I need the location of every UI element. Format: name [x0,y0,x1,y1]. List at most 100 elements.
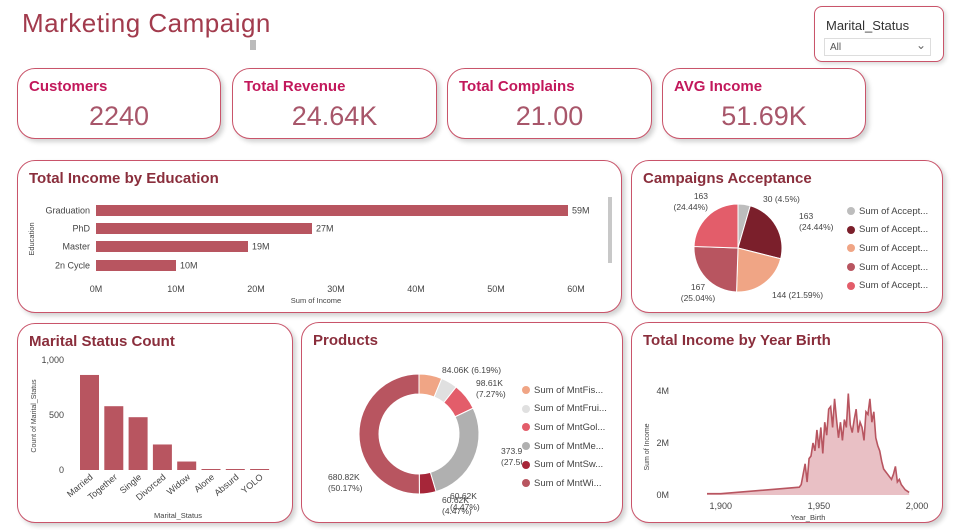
legend-swatch [522,423,530,432]
legend-swatch [522,386,530,395]
legend-swatch [847,263,855,272]
legend-item: Sum of MntMe... [522,437,607,456]
data-label: (50.17%) [328,483,363,493]
kpi-label: Customers [29,78,108,95]
y-tick-label: PhD [72,224,90,234]
x-axis-label: Sum of Income [291,296,341,305]
legend-label: Sum of Accept... [859,224,929,236]
x-axis-label: Marital_Status [154,511,202,520]
x-tick-label: 50M [487,284,505,294]
legend-label: Sum of Accept... [859,261,929,273]
data-label: 167 [691,282,705,292]
legend-swatch [522,460,530,469]
x-tick-label: Absurd [212,472,240,498]
kpi-card-total-complains: Total Complains 21.00 [447,68,652,139]
legend-item: Sum of MntSw... [522,455,607,474]
kpi-value: 21.00 [515,101,584,131]
data-label: 19M [252,242,270,252]
y-axis-label: Count of Marital_Status [31,379,38,453]
kpi-card-avg-income: AVG Income 51.69K [662,68,866,139]
y-tick-label: 1,000 [41,355,64,365]
legend-item: Sum of MntFis... [522,381,607,400]
data-label: 27M [316,224,334,234]
bar [96,223,312,234]
legend-label: Sum of MntWi... [534,477,602,489]
kpi-label: Total Complains [459,78,575,95]
kpi-value: 51.69K [721,101,807,131]
data-label: 98.61K [476,378,503,388]
bar [177,461,197,470]
marital-status-chart: 05001,000MarriedTogetherSingleDivorcedWi… [31,355,270,520]
y-tick-label: 4M [656,386,669,396]
kpi-card-total-revenue: Total Revenue 24.64K [232,68,437,139]
bar [104,406,124,470]
kpi-card-customers: Customers 2240 [17,68,221,139]
x-tick-label: 40M [407,284,425,294]
y-tick-label: 2n Cycle [55,261,90,271]
legend-item: Sum of Accept... [847,221,928,240]
data-label: 163 [694,191,708,201]
scrollbar [608,197,612,263]
legend-item: Sum of Accept... [847,258,928,277]
data-label: 10M [180,261,198,271]
legend-label: Sum of MntFis... [534,384,604,396]
bar [152,444,172,470]
x-axis-label: Year_Birth [791,513,826,522]
filter-dropdown[interactable]: All ⌄ [824,38,931,56]
x-tick-label: 60M [567,284,585,294]
pie-slice [429,407,480,493]
campaigns-acceptance-card: Campaigns Acceptance 30 (4.5%) 163 (24.44%… [631,160,943,313]
data-label: 680.82K [328,472,360,482]
legend-swatch [522,404,530,413]
y-axis-label: Sum of Income [644,423,651,470]
data-label: (4.47%) [450,502,480,512]
products-legend: Sum of MntFis... Sum of MntFrui... Sum of … [522,381,607,493]
filter-label: Marital_Status [826,18,910,33]
income-by-year-birth-chart: 0M 2M 4M 1,900 1,950 2,000 Year_Birth Sum of In… [644,386,928,522]
legend-item: Sum of Accept... [847,202,928,221]
legend-item: Sum of MntGol... [522,418,607,437]
bar [128,417,148,470]
bar [225,469,245,470]
data-label: 30 (4.5%) [763,194,800,204]
legend-label: Sum of MntSw... [534,459,604,471]
data-label: (7.27%) [476,389,506,399]
x-tick-label: 0M [90,284,103,294]
bar [96,241,248,252]
y-tick-label: 0M [656,490,669,500]
x-tick-label: 10M [167,284,185,294]
legend-label: Sum of MntMe... [534,440,604,452]
legend-label: Sum of Accept... [859,205,929,217]
data-label: 163 [799,211,813,221]
legend-swatch [847,225,855,234]
data-label: 60.62K [450,491,477,501]
income-by-year-birth-card: Total Income by Year Birth 0M 2M 4M 1,900 1,… [631,322,943,523]
data-label: 84.06K (6.19%) [442,365,501,375]
kpi-value: 24.64K [291,101,378,131]
legend-swatch [522,442,530,451]
x-tick-label: 1,950 [808,501,831,511]
legend-item: Sum of MntFrui... [522,400,607,419]
y-tick-label: 0 [59,465,64,475]
legend-item: Sum of Accept... [847,276,928,295]
bar [96,205,568,216]
y-axis-label: Education [27,222,36,255]
kpi-label: AVG Income [674,78,763,95]
x-tick-label: Widow [165,472,192,497]
data-label: 59M [572,206,590,216]
legend-label: Sum of Accept... [859,242,929,254]
legend-label: Sum of MntGol... [534,421,606,433]
x-tick-label: 20M [247,284,265,294]
legend-swatch [847,281,855,290]
kpi-value: 2240 [88,101,150,131]
legend-item: Sum of Accept... [847,239,928,258]
data-label: (24.44%) [674,202,709,212]
data-label: 373.97K [501,446,522,456]
legend-swatch [522,479,530,488]
products-chart: 84.06K (6.19%) 60.62K(4.47%) 98.61K(7.27%)… [328,365,522,516]
data-label: (27.56%) [501,457,522,467]
x-tick-label: 1,900 [709,501,732,511]
page-title: Marketing Campaign [22,8,271,38]
y-tick-label: Graduation [45,206,90,216]
pie-slice [358,373,420,495]
